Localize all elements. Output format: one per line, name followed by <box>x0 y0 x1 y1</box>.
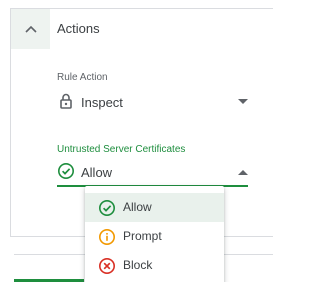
untrusted-certs-label: Untrusted Server Certificates <box>57 144 186 155</box>
menu-item-label: Block <box>123 258 153 272</box>
rule-action-label: Rule Action <box>57 72 108 83</box>
dropdown-arrow-up-icon <box>238 170 248 175</box>
page: Actions Rule Action Inspect Untrusted Se… <box>0 0 273 282</box>
check-circle-icon <box>99 200 115 216</box>
menu-item-allow[interactable]: Allow <box>85 193 224 222</box>
info-circle-icon <box>99 229 115 245</box>
menu-item-prompt[interactable]: Prompt <box>85 222 224 251</box>
untrusted-certs-menu: Allow Prompt Block <box>85 186 224 282</box>
menu-item-block[interactable]: Block <box>85 251 224 280</box>
lock-icon <box>60 93 72 109</box>
menu-item-label: Prompt <box>123 229 162 243</box>
chevron-up-icon <box>24 25 37 33</box>
rule-action-value: Inspect <box>81 95 123 110</box>
menu-item-label: Allow <box>123 200 152 214</box>
untrusted-certs-value: Allow <box>81 165 113 180</box>
check-circle-icon <box>58 163 74 179</box>
dropdown-arrow-icon <box>238 99 248 104</box>
untrusted-certs-select[interactable]: Allow <box>57 162 248 187</box>
x-circle-icon <box>99 258 115 274</box>
rule-action-select[interactable]: Inspect <box>57 92 248 116</box>
panel-title: Actions <box>57 21 100 36</box>
collapse-toggle-button[interactable] <box>11 9 50 49</box>
actions-panel-header: Actions <box>11 9 273 49</box>
